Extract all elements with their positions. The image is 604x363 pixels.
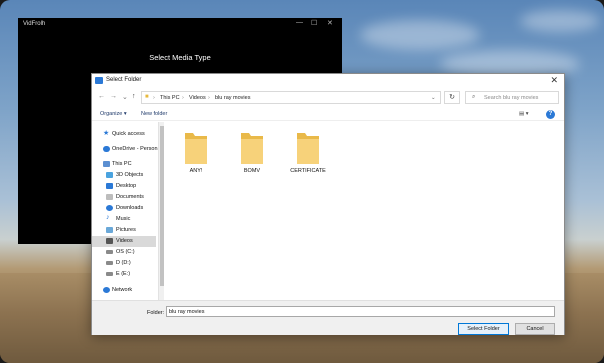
sidebar-item-pictures[interactable]: Pictures <box>92 225 156 236</box>
breadcrumb-separator: › <box>182 95 184 101</box>
dialog-titlebar: Select Folder ✕ <box>92 74 564 88</box>
sidebar-item-label: Pictures <box>116 227 136 233</box>
navigation-bar: ← → ⌄ ↑ ■ › This PC › Videos › blu ray m… <box>92 91 564 105</box>
sidebar-item-label: Videos <box>116 238 133 244</box>
sidebar-item-os-c[interactable]: OS (C:) <box>92 247 156 258</box>
sidebar-item-quick-access[interactable]: ★ Quick access <box>92 129 156 140</box>
app-close-button[interactable]: ✕ <box>327 19 333 27</box>
drive-icon <box>106 272 113 276</box>
folder-name: ANY! <box>189 168 203 174</box>
breadcrumb-this-pc[interactable]: This PC <box>160 95 180 101</box>
drive-icon <box>106 250 113 254</box>
folder-name: CERTIFICATE <box>290 168 326 174</box>
folder-field[interactable]: blu ray movies <box>166 306 555 317</box>
folder-icon <box>241 133 263 164</box>
sidebar-item-downloads[interactable]: Downloads <box>92 203 156 214</box>
sidebar-item-documents[interactable]: Documents <box>92 192 156 203</box>
sidebar-item-label: Network <box>112 287 133 293</box>
folder-name: BOMV <box>243 168 261 174</box>
sidebar-item-label: Documents <box>116 194 144 200</box>
dialog-close-button[interactable]: ✕ <box>550 75 558 86</box>
sidebar-item-label: D (D:) <box>116 260 131 266</box>
sidebar-item-label: This PC <box>112 161 132 167</box>
folder-item[interactable]: ANY! <box>181 130 211 174</box>
cancel-button[interactable]: Cancel <box>515 323 555 335</box>
music-icon: ♪ <box>106 214 110 221</box>
sidebar-item-this-pc[interactable]: This PC <box>92 159 156 170</box>
search-icon: ⌕ <box>472 94 476 100</box>
download-icon <box>106 205 113 211</box>
sidebar-item-videos[interactable]: Videos <box>92 236 156 247</box>
sidebar-item-label: Desktop <box>116 183 137 189</box>
refresh-button[interactable]: ↻ <box>444 91 460 104</box>
sidebar-item-label: Downloads <box>116 205 144 211</box>
folder-icon <box>297 133 319 164</box>
sidebar-item-label: Music <box>116 216 131 222</box>
command-toolbar: Organize ▾ New folder ▤ ▾ ? <box>92 109 564 121</box>
search-placeholder: Search blu ray movies <box>484 95 539 101</box>
desktop-icon <box>106 183 113 189</box>
cube-icon <box>106 172 113 178</box>
folder-label: Folder: <box>147 310 165 316</box>
desktop-background: VidFrolh — ☐ ✕ Select Media Type Select … <box>0 0 604 363</box>
drive-icon <box>106 261 113 265</box>
sidebar-item-label: OneDrive - Person <box>112 146 158 152</box>
folder-field-value: blu ray movies <box>169 309 205 315</box>
dialog-title: Select Folder <box>106 77 142 83</box>
document-icon <box>106 194 113 200</box>
organize-button[interactable]: Organize ▾ <box>100 111 127 117</box>
picture-icon <box>106 227 113 233</box>
breadcrumb-separator: › <box>208 95 210 101</box>
sidebar-item-network[interactable]: Network <box>92 285 156 296</box>
sidebar-item-label: Quick access <box>112 131 145 137</box>
breadcrumb-separator: › <box>153 95 155 101</box>
recent-locations-icon[interactable]: ⌄ <box>122 93 128 101</box>
sidebar-item-e-drive[interactable]: E (E:) <box>92 269 156 280</box>
select-folder-dialog: Select Folder ✕ ← → ⌄ ↑ ■ › This PC › Vi… <box>91 73 565 335</box>
dialog-footer: Folder: blu ray movies Select Folder Can… <box>92 300 564 335</box>
view-options-button[interactable]: ▤ ▾ <box>519 111 529 117</box>
cloud <box>520 10 600 32</box>
folder-item[interactable]: CERTIFICATE <box>288 130 328 174</box>
minimize-button[interactable]: — <box>296 19 303 26</box>
sidebar-item-3d-objects[interactable]: 3D Objects <box>92 170 156 181</box>
sidebar-item-label: 3D Objects <box>116 172 144 178</box>
address-dropdown-icon[interactable]: ⌄ <box>431 95 436 101</box>
address-bar[interactable]: ■ › This PC › Videos › blu ray movies ⌄ <box>141 91 441 104</box>
sidebar-scrollbar[interactable] <box>158 122 164 300</box>
cloud-icon <box>103 146 110 152</box>
folder-icon: ■ <box>145 94 149 100</box>
forward-arrow-icon[interactable]: → <box>110 93 117 100</box>
breadcrumb-blu-ray-movies[interactable]: blu ray movies <box>215 95 250 101</box>
star-icon: ★ <box>103 130 110 137</box>
back-arrow-icon[interactable]: ← <box>98 93 105 100</box>
maximize-button[interactable]: ☐ <box>311 19 317 27</box>
sidebar-item-label: OS (C:) <box>116 249 135 255</box>
video-icon <box>106 238 113 244</box>
navigation-pane: ★ Quick access OneDrive - Person This PC… <box>92 122 159 300</box>
up-arrow-icon[interactable]: ↑ <box>132 93 136 100</box>
cloud <box>360 20 480 50</box>
sidebar-item-desktop[interactable]: Desktop <box>92 181 156 192</box>
new-folder-button[interactable]: New folder <box>141 111 167 117</box>
sidebar-item-onedrive[interactable]: OneDrive - Person <box>92 144 158 155</box>
app-heading: Select Media Type <box>149 53 211 62</box>
select-folder-button[interactable]: Select Folder <box>458 323 509 335</box>
sidebar-item-label: E (E:) <box>116 271 131 277</box>
search-input[interactable]: ⌕ Search blu ray movies <box>465 91 559 104</box>
folder-item[interactable]: BOMV <box>237 130 267 174</box>
folder-icon <box>95 77 103 84</box>
breadcrumb-videos[interactable]: Videos <box>189 95 206 101</box>
help-button[interactable]: ? <box>546 110 555 119</box>
network-icon <box>103 287 110 293</box>
computer-icon <box>103 161 110 167</box>
folder-icon <box>185 133 207 164</box>
scrollbar-thumb[interactable] <box>160 126 164 286</box>
sidebar-item-music[interactable]: ♪ Music <box>92 214 156 225</box>
sidebar-item-d-drive[interactable]: D (D:) <box>92 258 156 269</box>
app-title: VidFrolh <box>23 21 46 27</box>
